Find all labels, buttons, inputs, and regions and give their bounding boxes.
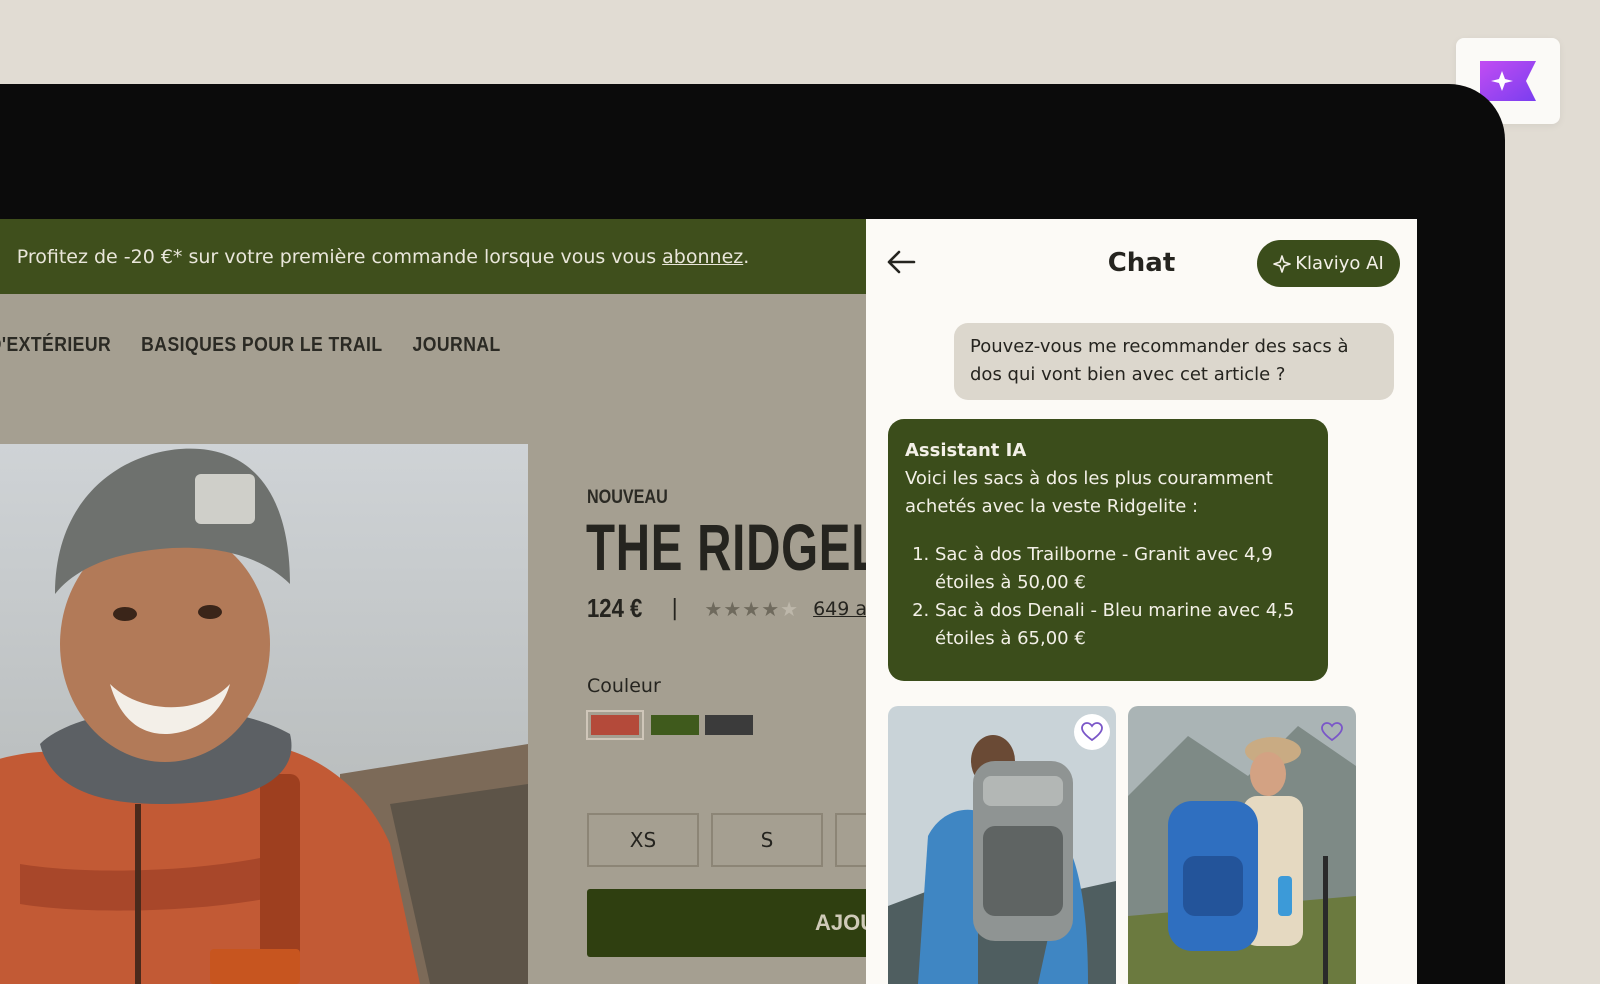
product-card-trailborne[interactable]	[888, 706, 1116, 984]
color-swatch-red[interactable]	[586, 710, 644, 740]
assistant-name: Assistant IA	[905, 440, 1027, 461]
subscribe-link[interactable]: abonnez	[662, 246, 743, 268]
promo-suffix: .	[743, 245, 750, 268]
recommendation-item: Sac à dos Trailborne - Granit avec 4,9 é…	[935, 541, 1311, 597]
promo-banner: Profitez de -20 €* sur votre première co…	[0, 219, 866, 294]
product-card-denali[interactable]	[1128, 706, 1356, 984]
recommendation-item: Sac à dos Denali - Bleu marine avec 4,5 …	[935, 597, 1311, 653]
reviews-link[interactable]: 649 a	[813, 598, 867, 620]
size-s-button[interactable]: S	[711, 813, 823, 867]
klaviyo-flag-icon	[1480, 61, 1536, 101]
nav-item-journal[interactable]: JOURNAL	[413, 334, 501, 356]
assistant-intro: Voici les sacs à dos les plus couramment…	[905, 468, 1273, 517]
product-badge: NOUVEAU	[587, 487, 668, 508]
rating-stars: ★★★★★	[704, 596, 800, 621]
assistant-message: Assistant IA Voici les sacs à dos les pl…	[888, 419, 1328, 681]
chat-panel: Chat Klaviyo AI Pouvez-vous me recommand…	[866, 219, 1417, 984]
tablet-frame: Profitez de -20 €* sur votre première co…	[0, 84, 1505, 984]
nav-item-trail-basics[interactable]: BASIQUES POUR LE TRAIL	[141, 334, 382, 356]
promo-text: Profitez de -20 €* sur votre première co…	[16, 245, 663, 268]
backpack-photo-2	[1128, 706, 1356, 984]
sparkle-icon	[1273, 254, 1292, 273]
nav-item-outdoor[interactable]: TS D'EXTÉRIEUR	[0, 334, 111, 356]
add-to-cart-button[interactable]: AJOUT	[587, 889, 890, 957]
recommendation-list: Sac à dos Trailborne - Granit avec 4,9 é…	[905, 541, 1311, 653]
color-label: Couleur	[587, 675, 661, 697]
tablet-screen: Profitez de -20 €* sur votre première co…	[0, 219, 1417, 984]
main-nav: TS D'EXTÉRIEUR BASIQUES POUR LE TRAIL JO…	[0, 334, 525, 357]
price-separator: |	[671, 596, 679, 621]
price-row: 124 € | ★★★★★ 649 a	[587, 593, 867, 624]
color-swatch-charcoal[interactable]	[705, 715, 753, 735]
size-xs-button[interactable]: XS	[587, 813, 699, 867]
product-photo	[0, 444, 528, 984]
backpack-photo-1	[888, 706, 1116, 984]
favorite-heart-icon[interactable]	[1074, 714, 1110, 750]
color-swatch-green[interactable]	[651, 715, 699, 735]
klaviyo-ai-label: Klaviyo AI	[1295, 253, 1384, 274]
klaviyo-ai-button[interactable]: Klaviyo AI	[1257, 240, 1400, 287]
favorite-heart-icon[interactable]	[1314, 714, 1350, 750]
product-price: 124 €	[587, 593, 643, 623]
user-message: Pouvez-vous me recommander des sacs à do…	[954, 323, 1394, 400]
